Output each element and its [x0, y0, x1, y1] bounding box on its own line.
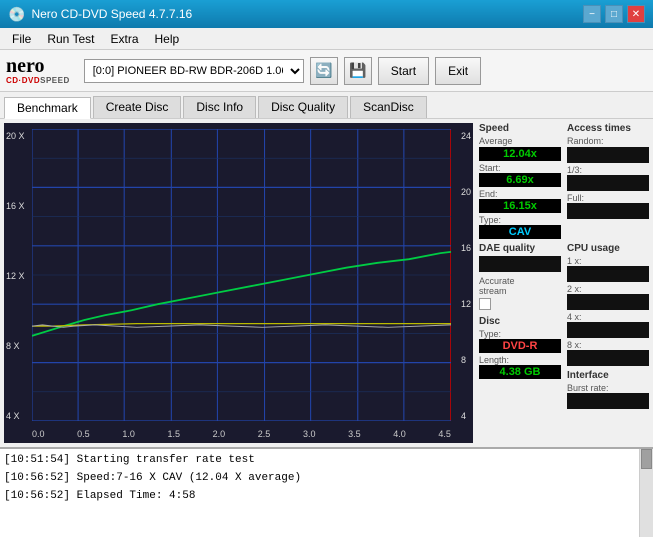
toolbar: nero CD·DVDSPEED [0:0] PIONEER BD-RW BDR… — [0, 50, 653, 92]
menu-run-test[interactable]: Run Test — [39, 30, 102, 48]
full-label: Full: — [567, 193, 649, 203]
start-button[interactable]: Start — [378, 57, 429, 85]
2x-value — [567, 294, 649, 310]
8x-value — [567, 350, 649, 366]
4x-label: 4 x: — [567, 312, 649, 322]
disc-type-value: DVD-R — [479, 339, 561, 353]
scrollbar-track[interactable] — [639, 449, 653, 537]
dae-title: DAE quality — [479, 243, 561, 254]
burst-rate-label: Burst rate: — [567, 383, 649, 393]
end-label: End: — [479, 189, 561, 199]
right-panel: Speed Average 12.04x Start: 6.69x End: 1… — [475, 119, 653, 447]
menu-help[interactable]: Help — [147, 30, 188, 48]
disc-length-value: 4.38 GB — [479, 365, 561, 379]
log-scroll-container: [10:51:54] Starting transfer rate test [… — [0, 449, 653, 537]
disc-length-label: Length: — [479, 355, 561, 365]
y-axis-right: 24 20 16 12 8 4 — [461, 131, 471, 421]
top-stats: Speed Average 12.04x Start: 6.69x End: 1… — [479, 123, 649, 239]
average-label: Average — [479, 136, 561, 146]
dae-disc-section: DAE quality Accurate stream Disc Type: D… — [479, 243, 561, 409]
log-area: [10:51:54] Starting transfer rate test [… — [0, 447, 653, 537]
average-value: 12.04x — [479, 147, 561, 161]
disc-type-title: Disc — [479, 316, 561, 327]
accurate-checkbox-row — [479, 298, 561, 310]
tab-create-disc[interactable]: Create Disc — [93, 96, 182, 118]
type-value: CAV — [479, 225, 561, 239]
menu-bar: File Run Test Extra Help — [0, 28, 653, 50]
2x-label: 2 x: — [567, 284, 649, 294]
drive-select[interactable]: [0:0] PIONEER BD-RW BDR-206D 1.06 — [84, 59, 304, 83]
title-bar-left: 💿 Nero CD-DVD Speed 4.7.7.16 — [8, 6, 192, 23]
disc-section: Disc Type: DVD-R Length: 4.38 GB — [479, 316, 561, 379]
title-bar: 💿 Nero CD-DVD Speed 4.7.7.16 − □ ✕ — [0, 0, 653, 28]
speed-title: Speed — [479, 123, 561, 134]
menu-file[interactable]: File — [4, 30, 39, 48]
4x-value — [567, 322, 649, 338]
full-value — [567, 203, 649, 219]
speed-section: Speed Average 12.04x Start: 6.69x End: 1… — [479, 123, 561, 239]
dae-value — [479, 256, 561, 272]
interface-title: Interface — [567, 370, 649, 381]
content-area: 20 X 16 X 12 X 8 X 4 X 24 20 16 12 8 4 — [0, 119, 653, 537]
refresh-icon[interactable]: 🔄 — [310, 57, 338, 85]
tab-scan-disc[interactable]: ScanDisc — [350, 96, 427, 118]
tab-disc-info[interactable]: Disc Info — [183, 96, 256, 118]
random-label: Random: — [567, 136, 649, 146]
disc-type-label: Type: — [479, 329, 561, 339]
title-bar-controls: − □ ✕ — [583, 5, 645, 23]
start-value: 6.69x — [479, 173, 561, 187]
save-icon[interactable]: 💾 — [344, 57, 372, 85]
exit-button[interactable]: Exit — [435, 57, 481, 85]
y-axis-left: 20 X 16 X 12 X 8 X 4 X — [6, 131, 25, 421]
tab-benchmark[interactable]: Benchmark — [4, 97, 91, 119]
8x-label: 8 x: — [567, 340, 649, 350]
end-value: 16.15x — [479, 199, 561, 213]
random-value — [567, 147, 649, 163]
menu-extra[interactable]: Extra — [102, 30, 146, 48]
logo: nero CD·DVDSPEED — [6, 56, 70, 85]
tabs: Benchmark Create Disc Disc Info Disc Qua… — [0, 92, 653, 119]
cpu-title: CPU usage — [567, 243, 649, 254]
main-row: 20 X 16 X 12 X 8 X 4 X 24 20 16 12 8 4 — [0, 119, 653, 447]
chart-area: 20 X 16 X 12 X 8 X 4 X 24 20 16 12 8 4 — [4, 123, 473, 443]
middle-stats: DAE quality Accurate stream Disc Type: D… — [479, 243, 649, 409]
log-content[interactable]: [10:51:54] Starting transfer rate test [… — [0, 449, 653, 537]
access-times-section: Access times Random: 1/3: Full: — [567, 123, 649, 239]
one-third-value — [567, 175, 649, 191]
x-axis-labels: 0.0 0.5 1.0 1.5 2.0 2.5 3.0 3.5 4.0 4.5 — [32, 429, 451, 439]
minimize-button[interactable]: − — [583, 5, 601, 23]
log-entry-2: [10:56:52] Speed:7-16 X CAV (12.04 X ave… — [4, 469, 647, 487]
one-third-label: 1/3: — [567, 165, 649, 175]
tab-disc-quality[interactable]: Disc Quality — [258, 96, 348, 118]
burst-rate-value — [567, 393, 649, 409]
interface-section: Interface Burst rate: — [567, 370, 649, 409]
cpu-interface-section: CPU usage 1 x: 2 x: 4 x: 8 x: Interface … — [567, 243, 649, 409]
stream-label: stream — [479, 286, 561, 296]
start-label: Start: — [479, 163, 561, 173]
maximize-button[interactable]: □ — [605, 5, 623, 23]
1x-label: 1 x: — [567, 256, 649, 266]
chart-svg — [32, 129, 451, 421]
scrollbar-thumb[interactable] — [641, 449, 652, 469]
type-label: Type: — [479, 215, 561, 225]
accurate-checkbox[interactable] — [479, 298, 491, 310]
access-times-title: Access times — [567, 123, 649, 134]
log-entry-3: [10:56:52] Elapsed Time: 4:58 — [4, 487, 647, 505]
accurate-label: Accurate — [479, 276, 561, 286]
window-title: Nero CD-DVD Speed 4.7.7.16 — [31, 7, 192, 21]
close-button[interactable]: ✕ — [627, 5, 645, 23]
log-entry-1: [10:51:54] Starting transfer rate test — [4, 451, 647, 469]
1x-value — [567, 266, 649, 282]
